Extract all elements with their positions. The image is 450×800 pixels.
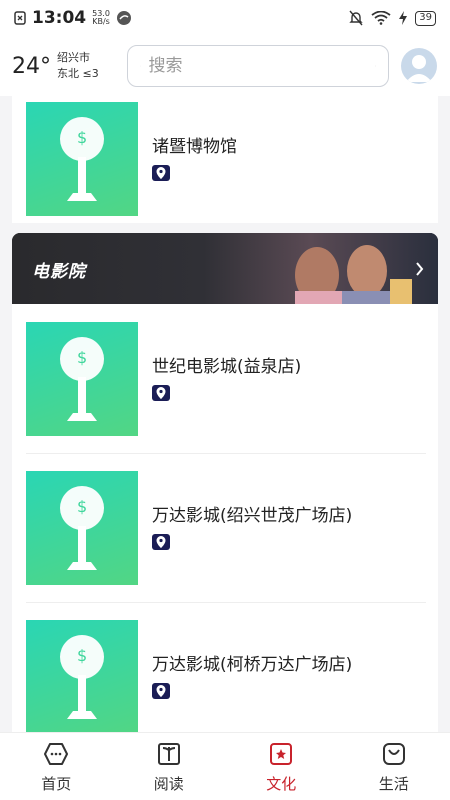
location-badge[interactable] xyxy=(152,165,170,181)
network-speed: 53.0 KB/s xyxy=(92,9,110,26)
status-bar: 13:04 53.0 KB/s 39 xyxy=(0,0,450,36)
svg-text:$: $ xyxy=(77,348,87,367)
location-pin-icon xyxy=(156,387,166,399)
venue-thumbnail: $ xyxy=(26,102,138,216)
svg-text:$: $ xyxy=(77,128,87,147)
list-item[interactable]: $ 万达影城(柯桥万达广场店) xyxy=(26,620,426,732)
app-header: 24° 绍兴市 东北 ≤3 xyxy=(0,36,450,96)
tab-culture[interactable]: 文化 xyxy=(225,733,338,800)
museum-card: $ 诸暨博物馆 xyxy=(12,96,438,223)
venue-title: 万达影城(绍兴世茂广场店) xyxy=(152,506,353,526)
tab-life[interactable]: 生活 xyxy=(338,733,450,800)
cinema-list-card: $ 世纪电影城(益泉店) $ 万达影城(绍兴世茂广场店) $ 万达影城(柯桥万达… xyxy=(12,304,438,732)
venue-thumbnail: $ xyxy=(26,322,138,436)
venue-thumbnail: $ xyxy=(26,471,138,585)
content-scroll[interactable]: $ 诸暨博物馆 电影院 $ 世纪电影城(益泉店) $ 万达影城(绍兴世茂广场店)… xyxy=(12,96,438,732)
life-bag-icon xyxy=(382,743,405,765)
scan-icon[interactable] xyxy=(375,56,376,76)
tree-logo-icon: $ xyxy=(60,337,104,421)
book-icon xyxy=(157,743,180,765)
notification-close-icon xyxy=(14,11,26,25)
list-item[interactable]: $ 诸暨博物馆 xyxy=(26,102,426,216)
bottom-tab-bar: 首页 阅读 文化 生活 xyxy=(0,732,450,800)
location-pin-icon xyxy=(156,536,166,548)
temperature: 24° xyxy=(12,53,51,79)
culture-icon xyxy=(270,743,293,765)
charging-icon xyxy=(399,11,408,25)
location-pin-icon xyxy=(156,685,166,697)
search-bar[interactable] xyxy=(127,45,389,87)
weather-widget[interactable]: 24° 绍兴市 东北 ≤3 xyxy=(12,50,124,82)
city-name: 绍兴市 xyxy=(57,51,90,64)
banner-title: 电影院 xyxy=(32,262,86,282)
location-badge[interactable] xyxy=(152,534,170,550)
venue-title: 诸暨博物馆 xyxy=(152,137,237,157)
divider xyxy=(26,602,426,603)
list-item[interactable]: $ 万达影城(绍兴世茂广场店) xyxy=(26,471,426,585)
wind-info: 东北 ≤3 xyxy=(57,67,99,80)
venue-title: 世纪电影城(益泉店) xyxy=(152,357,302,377)
svg-text:$: $ xyxy=(77,497,87,516)
list-item[interactable]: $ 世纪电影城(益泉店) xyxy=(26,322,426,436)
tab-home[interactable]: 首页 xyxy=(0,733,113,800)
location-badge[interactable] xyxy=(152,385,170,401)
wifi-icon xyxy=(371,11,391,25)
tab-label: 阅读 xyxy=(153,775,184,793)
divider xyxy=(26,453,426,454)
tab-label: 生活 xyxy=(378,775,409,793)
mute-bell-icon xyxy=(349,10,363,26)
svg-text:$: $ xyxy=(77,646,87,665)
tab-label: 首页 xyxy=(41,775,72,793)
tree-logo-icon: $ xyxy=(60,117,104,201)
search-input[interactable] xyxy=(148,56,368,76)
tab-label: 文化 xyxy=(266,775,297,793)
avatar[interactable] xyxy=(401,48,437,84)
clock: 13:04 xyxy=(32,8,87,28)
user-avatar-icon xyxy=(406,55,432,82)
tree-logo-icon: $ xyxy=(60,635,104,719)
location-pin-icon xyxy=(156,167,166,179)
home-icon xyxy=(44,743,69,765)
battery-level: 39 xyxy=(415,10,436,26)
venue-title: 万达影城(柯桥万达广场店) xyxy=(152,655,353,675)
tree-logo-icon: $ xyxy=(60,486,104,570)
cinema-section-banner[interactable]: 电影院 xyxy=(12,233,438,304)
location-badge[interactable] xyxy=(152,683,170,699)
venue-thumbnail: $ xyxy=(26,620,138,732)
app-notification-icon xyxy=(116,11,131,25)
tab-reading[interactable]: 阅读 xyxy=(113,733,226,800)
